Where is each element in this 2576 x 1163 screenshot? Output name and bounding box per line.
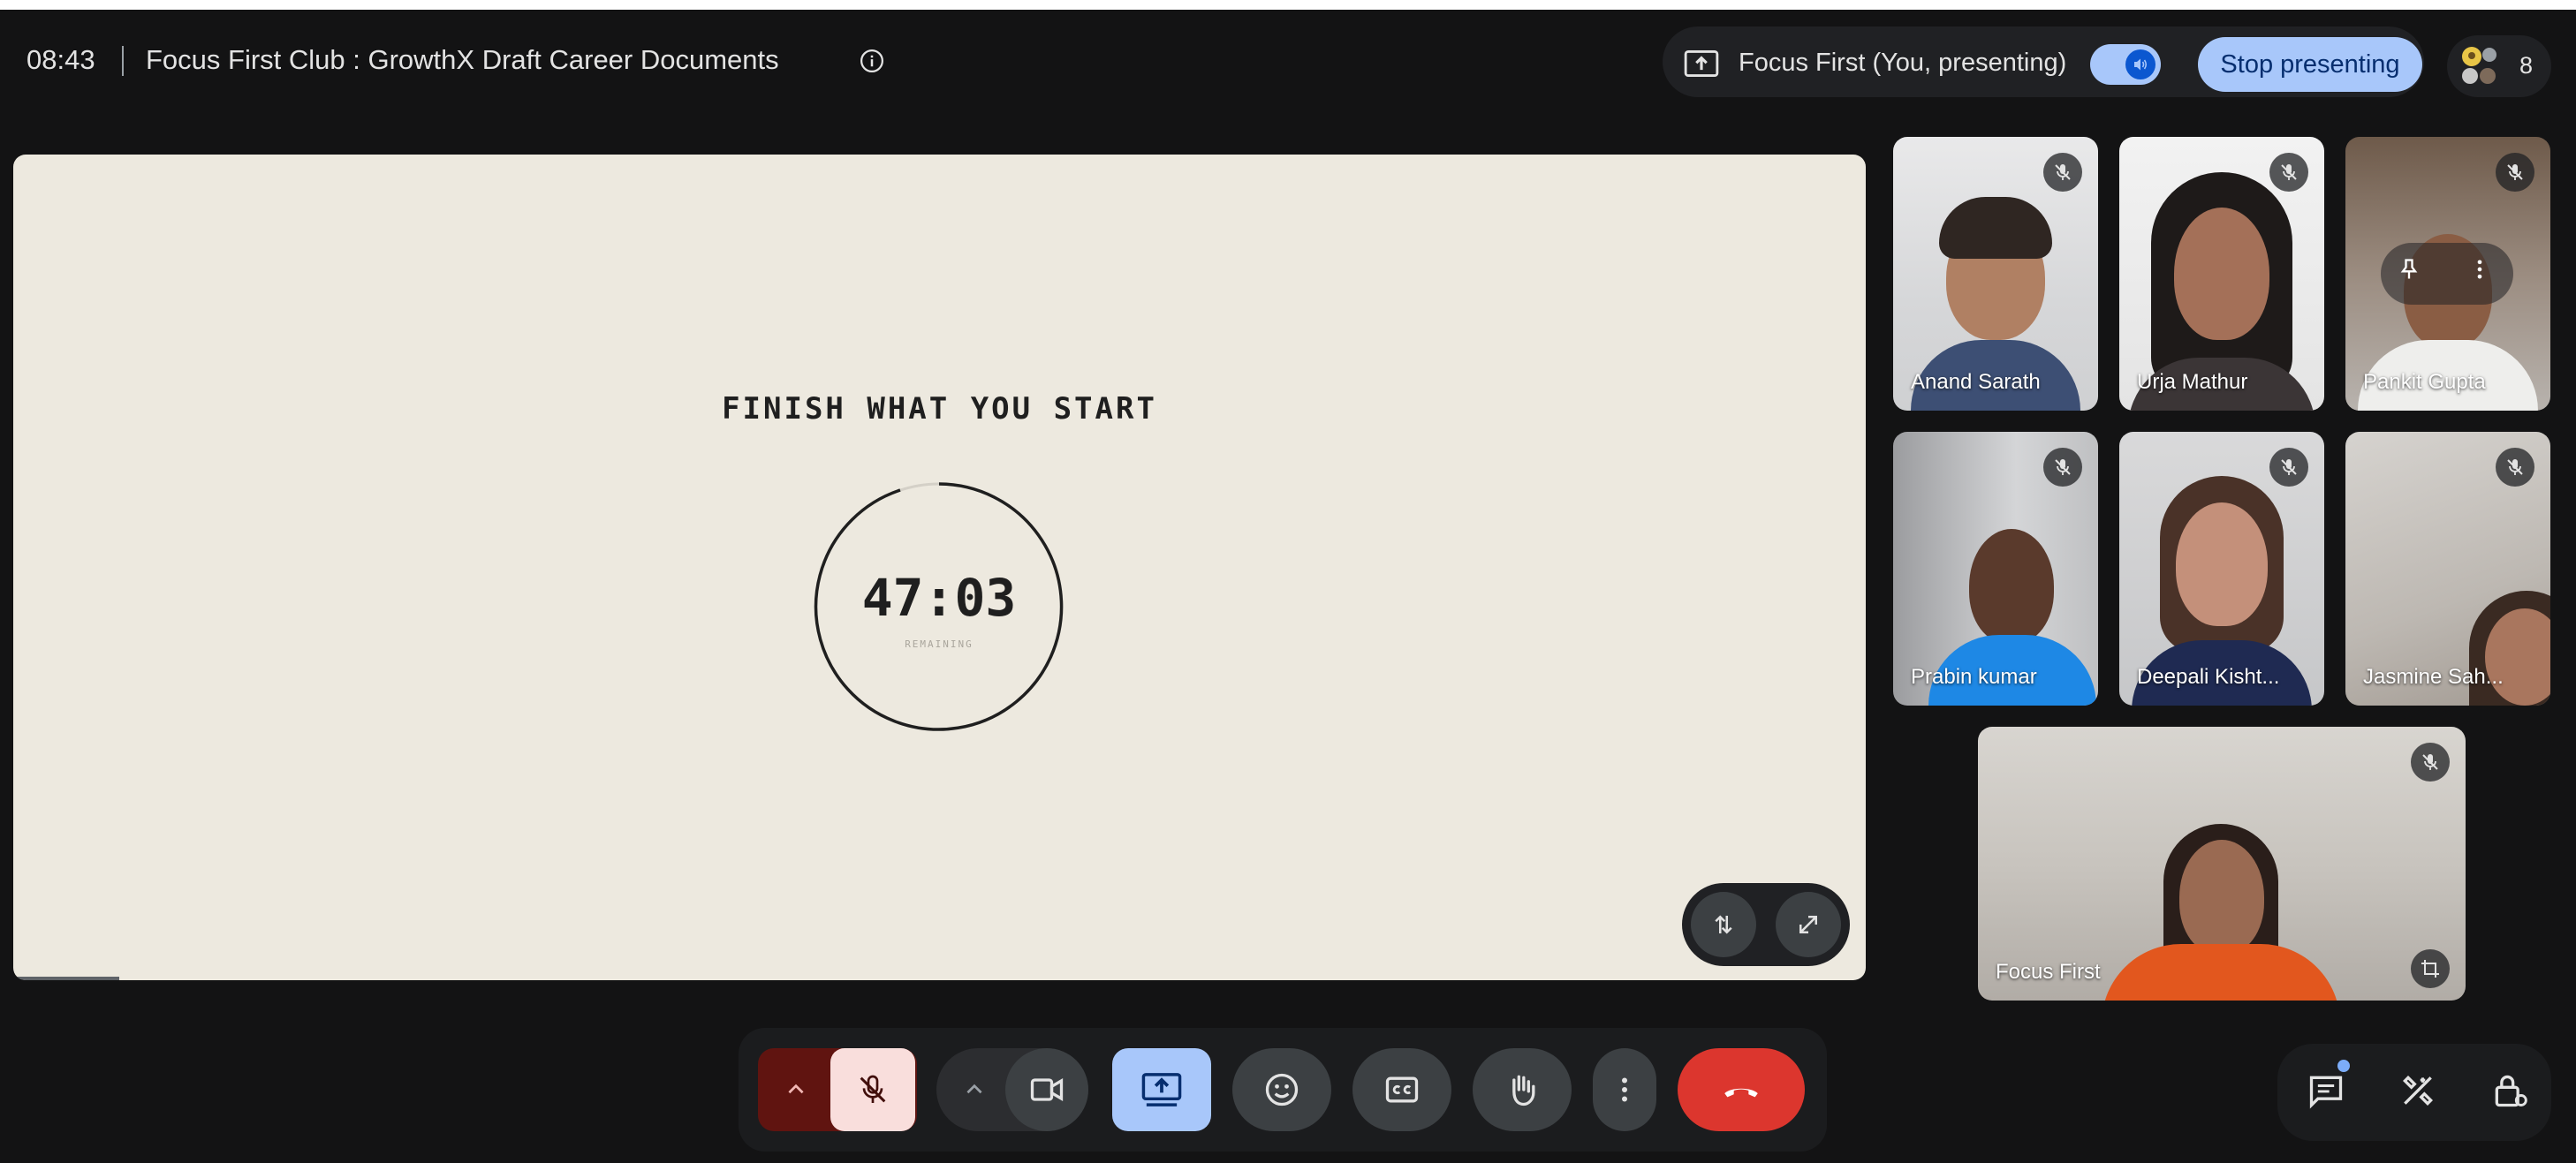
mic-off-icon [2411,743,2450,782]
participant-name: Jasmine Sah... [2363,665,2504,689]
raise-hand-icon [1512,1075,1535,1106]
meeting-title: Focus First Club : GrowthX Draft Career … [146,44,779,75]
participant-tile[interactable]: Deepali Kisht... [2119,432,2324,706]
presentation-stage: FINISH WHAT YOU START 47:03 REMAINING [13,155,1866,980]
stop-presenting-button[interactable]: Stop presenting [2198,37,2422,92]
participant-name: Urja Mathur [2137,370,2248,394]
video-feed [2174,208,2269,340]
captions-button[interactable] [1352,1048,1451,1131]
stage-tools [1682,883,1850,966]
timer-value: 47:03 [861,568,1017,628]
host-controls-icon [2495,1075,2527,1107]
timer-caption: REMAINING [905,638,974,650]
audio-icon [2125,49,2156,79]
host-controls-button[interactable] [2479,1060,2541,1121]
participant-name: Anand Sarath [1911,370,2041,394]
fullscreen-button[interactable] [1776,892,1841,957]
presentation-audio-toggle[interactable] [2090,44,2161,85]
activities-button[interactable] [2387,1060,2449,1121]
chevron-up-icon [966,1084,982,1094]
chat-icon [2309,1076,2343,1109]
chevron-up-icon [788,1084,804,1094]
video-feed-body [2102,944,2340,1001]
participant-tile[interactable]: Prabin kumar [1893,432,2098,706]
swap-layout-button[interactable] [1691,892,1756,957]
stage-progress-line [13,977,119,980]
participant-tile[interactable]: Urja Mathur [2119,137,2324,411]
camera-icon [1030,1078,1064,1101]
reactions-button[interactable] [1232,1048,1331,1131]
video-feed [2176,502,2268,626]
leave-call-button[interactable] [1678,1048,1805,1131]
participant-avatars [2462,47,2496,84]
participant-tile[interactable]: Anand Sarath [1893,137,2098,411]
more-options-button[interactable] [1593,1048,1656,1131]
end-call-icon [1724,1088,1758,1098]
mic-off-icon [2496,448,2534,487]
participant-tile[interactable]: Pankit Gupta [2345,137,2550,411]
emoji-icon [1265,1073,1299,1106]
self-view-tile[interactable]: Focus First [1978,727,2466,1001]
participant-count: 8 [2519,52,2534,79]
meeting-clock: 08:43 [27,44,95,75]
participant-name: Focus First [1996,960,2101,984]
unread-dot [2337,1060,2350,1072]
mic-off-icon [2043,448,2082,487]
mic-off-icon [860,1075,886,1103]
mic-off-icon [2269,153,2308,192]
participant-name: Prabin kumar [1911,665,2037,689]
mic-off-icon [2496,153,2534,192]
video-feed [2179,840,2264,955]
microphone-toggle-button[interactable] [830,1048,915,1131]
present-now-button[interactable] [1112,1048,1211,1131]
video-feed [1969,529,2054,644]
pin-icon[interactable] [2397,257,2421,282]
camera-toggle-button[interactable] [1005,1048,1088,1131]
video-feed-hair [1939,197,2052,259]
participant-name: Pankit Gupta [2363,370,2486,394]
mic-off-icon [2043,153,2082,192]
participant-tile[interactable]: Jasmine Sah... [2345,432,2550,706]
crop-icon[interactable] [2411,949,2450,988]
swap-icon [1715,915,1732,934]
present-screen-icon [1684,50,1719,77]
more-options-icon[interactable] [2467,257,2492,282]
chat-button[interactable] [2295,1060,2357,1121]
raise-hand-button[interactable] [1473,1048,1572,1131]
captions-icon [1385,1076,1419,1103]
presenting-label: Focus First (You, presenting) [1739,49,2067,77]
more-vert-icon [1622,1077,1627,1102]
activities-icon [2402,1075,2434,1106]
participant-name: Deepali Kisht... [2137,665,2280,689]
mic-off-icon [2269,448,2308,487]
info-icon[interactable] [859,48,885,74]
expand-icon [1799,916,1817,933]
present-screen-icon [1141,1073,1182,1106]
presentation-headline: FINISH WHAT YOU START [722,391,1157,427]
top-edge [0,0,2576,10]
header-divider [122,46,124,76]
